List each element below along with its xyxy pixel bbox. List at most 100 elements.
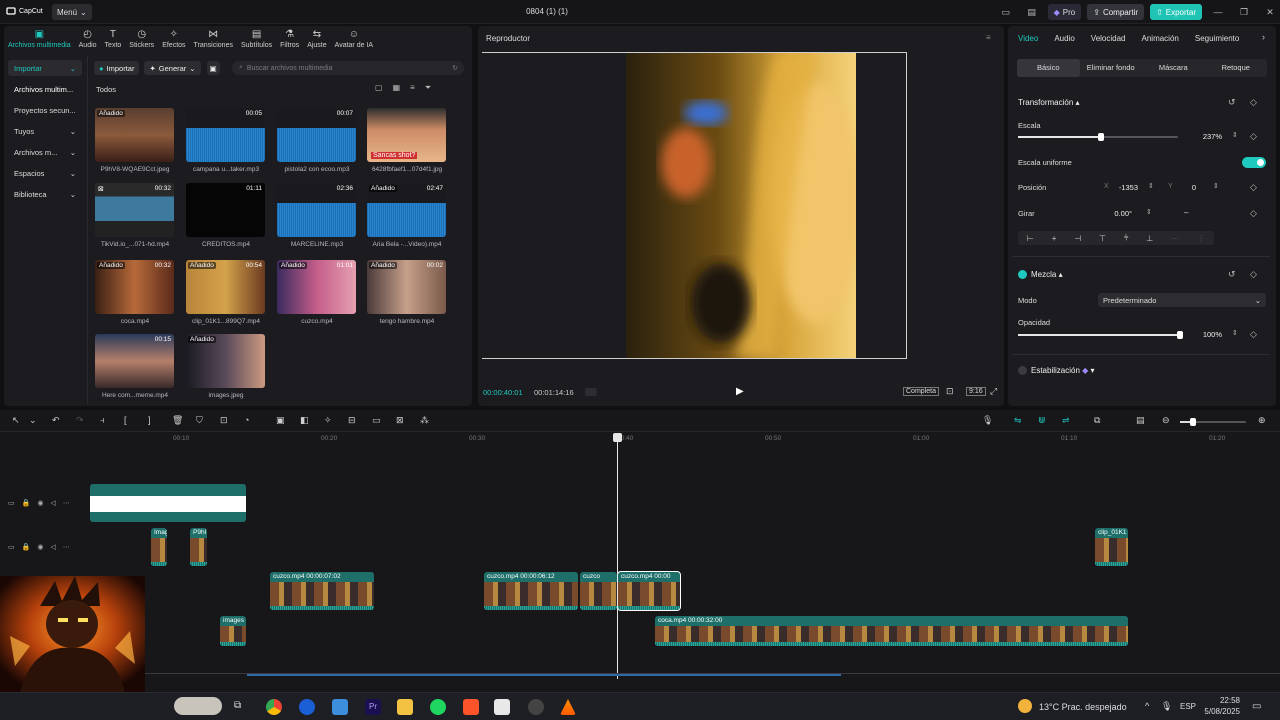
export-button[interactable]: ⇧ Exportar — [1150, 4, 1202, 20]
brave-icon[interactable] — [463, 699, 479, 715]
media-item[interactable]: Añadido 00:02 — [367, 260, 446, 314]
sidebar-item[interactable]: Archivos m... ⌄ — [8, 144, 82, 160]
timeline-clip[interactable]: cuzco.mp4 00:00 — [617, 571, 681, 611]
stepper-icon[interactable]: ⇕ — [1232, 329, 1238, 337]
keyframe-icon[interactable]: ◇ — [1250, 208, 1257, 219]
position-x-value[interactable]: -1353 — [1110, 183, 1138, 192]
mirror-icon[interactable]: ◧ — [300, 415, 309, 426]
media-item[interactable]: Añadido — [95, 108, 174, 162]
caption-icon[interactable]: ⊠ — [396, 415, 404, 426]
photos-icon[interactable] — [332, 699, 348, 715]
timeline-clip[interactable]: coca.mp4 00:00:32:00 — [655, 616, 1128, 646]
uniform-scale-toggle[interactable] — [1242, 157, 1266, 168]
premiere-icon[interactable]: Pr — [365, 699, 381, 715]
minimize-icon[interactable]: — — [1208, 4, 1228, 20]
props-tab[interactable]: Animación — [1134, 34, 1187, 43]
media-item[interactable]: Añadido 01:01 — [277, 260, 356, 314]
subtitle-icon[interactable]: ▭ — [372, 415, 381, 426]
maximize-icon[interactable]: ❐ — [1234, 4, 1254, 20]
scale-slider[interactable] — [1018, 133, 1178, 141]
rotate-value[interactable]: 0.00° — [1104, 209, 1132, 218]
media-item[interactable]: 00:05 — [186, 108, 265, 162]
crop-icon[interactable]: ⊡ — [946, 386, 954, 397]
sidebar-item[interactable]: Archivos multim... — [8, 81, 82, 97]
tab-avatar[interactable]: ☺ Avatar de IA — [331, 26, 377, 52]
stepper-icon[interactable]: ⇕ — [1148, 182, 1154, 190]
stabilize-header[interactable]: Estabilización ◆ ▾ — [1031, 366, 1095, 375]
sidebar-item[interactable]: Biblioteca ⌄ — [8, 186, 82, 202]
distribute-h-icon[interactable]: ⋯ — [1171, 234, 1179, 243]
align-right-icon[interactable]: ⊣ — [1074, 234, 1081, 243]
clock-date[interactable]: 5/08/2025 — [1198, 707, 1240, 716]
zoom-out-icon[interactable]: ⊖ — [1162, 415, 1170, 426]
media-item[interactable]: 01:11 — [186, 183, 265, 237]
sidebar-item[interactable]: Proyectos secun... — [8, 102, 82, 118]
tab-subtitles[interactable]: ▤ Subtítulos — [237, 26, 276, 52]
media-search[interactable]: ⌕ Buscar archivos multimedia ↻ — [232, 61, 464, 75]
media-item[interactable]: Añadido 00:54 — [186, 260, 265, 314]
close-icon[interactable]: ✕ — [1260, 4, 1280, 20]
volume-icon[interactable]: ◁ — [50, 499, 55, 507]
timeline-scrollbar[interactable] — [247, 674, 841, 676]
transform-header[interactable]: Transformación ▴ — [1018, 98, 1080, 107]
align-bottom-icon[interactable]: ⊥ — [1146, 234, 1153, 243]
share-button[interactable]: ⇪ Compartir — [1087, 4, 1145, 20]
props-subtab[interactable]: Básico — [1017, 59, 1080, 77]
opacity-slider[interactable] — [1018, 331, 1183, 339]
chevron-down-icon[interactable]: ⌄ — [29, 415, 37, 426]
keyframe-icon[interactable]: ◇ — [1250, 182, 1257, 193]
notifications-icon[interactable]: ▭ — [1252, 701, 1261, 712]
link-icon[interactable]: ⇋ — [1014, 415, 1022, 426]
stabilize-checkbox[interactable] — [1018, 366, 1027, 375]
import-button[interactable]: ● Importar — [94, 61, 140, 75]
play-icon[interactable]: ▶ — [736, 386, 744, 397]
weather-text[interactable]: 13°C Prac. despejado — [1039, 702, 1127, 712]
more-tools-icon[interactable]: ⁂ — [420, 415, 429, 426]
clock-time[interactable]: 22:58 — [1204, 696, 1240, 705]
shield-icon[interactable]: ⛉ — [196, 415, 203, 426]
chevron-up-icon[interactable]: ^ — [1145, 701, 1149, 711]
props-subtab[interactable]: Retoque — [1205, 59, 1268, 77]
widgets-icon[interactable] — [174, 697, 222, 715]
microphone-icon[interactable]: 🎙 — [982, 415, 993, 426]
eye-icon[interactable]: ◉ — [37, 499, 43, 507]
tab-sticker[interactable]: ◷ Stickers — [125, 26, 158, 52]
reverse-icon[interactable]: ⊟ — [348, 415, 356, 426]
crop-icon[interactable]: ⊡ — [220, 415, 228, 426]
magnet-icon[interactable]: ⋓ — [1038, 415, 1046, 426]
opacity-slider-knob[interactable] — [1177, 331, 1183, 339]
props-subtab[interactable]: Máscara — [1142, 59, 1205, 77]
lock-icon[interactable]: 🔒 — [22, 543, 31, 551]
media-item[interactable]: Añadido — [186, 334, 265, 388]
media-item[interactable]: Añadido 02:47 — [367, 183, 446, 237]
timecode-format-toggle[interactable] — [585, 388, 597, 396]
chrome-icon[interactable] — [266, 699, 282, 715]
opacity-value[interactable]: 100% — [1190, 330, 1222, 339]
reset-icon[interactable]: ↺ — [1228, 269, 1236, 280]
props-tab[interactable]: Audio — [1046, 34, 1082, 43]
tab-adjust[interactable]: ⇆ Ajuste — [303, 26, 330, 52]
split-icon[interactable]: ⫞ — [100, 415, 105, 426]
undo-icon[interactable]: ↶ — [52, 415, 60, 426]
browser-icon[interactable] — [299, 699, 315, 715]
media-item[interactable]: ⊠ 00:32 — [95, 183, 174, 237]
reset-icon[interactable]: ↺ — [1228, 97, 1236, 108]
quality-button[interactable]: Completa — [903, 387, 939, 396]
capcut-taskbar-icon[interactable] — [494, 699, 510, 715]
tab-effects[interactable]: ✧ Efectos — [158, 26, 189, 52]
media-item[interactable]: 00:15 — [95, 334, 174, 388]
scale-slider-knob[interactable] — [1098, 133, 1105, 141]
media-item[interactable]: 00:07 — [277, 108, 356, 162]
media-item[interactable]: 02:36 — [277, 183, 356, 237]
timeline-clip[interactable]: P9hl — [190, 528, 207, 566]
redo-icon[interactable]: ↷ — [76, 415, 84, 426]
media-item[interactable]: Sancas shot? — [367, 108, 446, 162]
props-tab[interactable]: Video — [1010, 34, 1046, 43]
snap-icon[interactable]: ⇌ — [1062, 415, 1070, 426]
volume-icon[interactable]: ◁ — [50, 543, 55, 551]
sidebar-item[interactable]: Espacios ⌄ — [8, 165, 82, 181]
keyframe-icon[interactable]: ◇ — [1250, 329, 1257, 340]
pro-button[interactable]: ◆ Pro — [1047, 4, 1082, 20]
lock-icon[interactable]: 🔒 — [22, 499, 31, 507]
track-cover-icon[interactable]: ▭ — [8, 543, 15, 551]
